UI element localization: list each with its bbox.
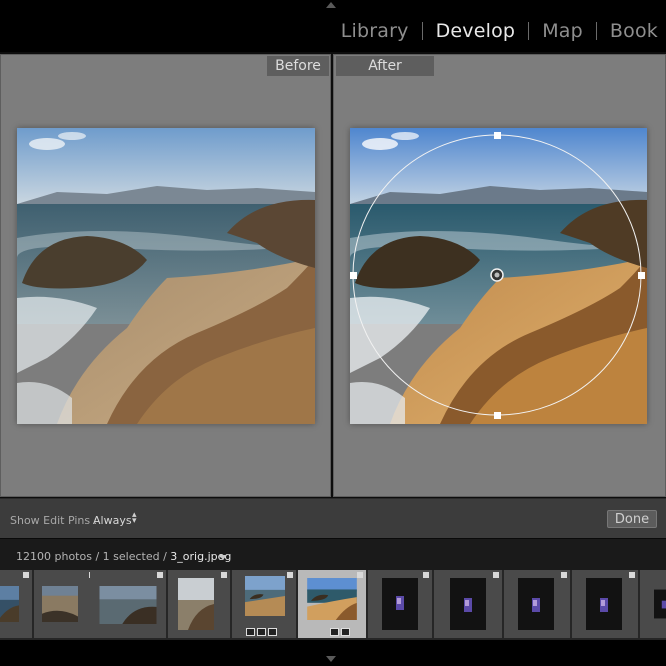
thumbnail-image	[307, 578, 357, 620]
after-pane: After	[333, 54, 666, 497]
thumbnail-flag	[23, 572, 29, 578]
filmstrip-thumbnail[interactable]	[90, 570, 168, 638]
edit-badge-icon	[341, 628, 350, 636]
module-separator	[421, 22, 423, 40]
thumbnail-image	[518, 578, 554, 630]
thumbnail-image	[0, 586, 19, 622]
filmstrip-thumbnail[interactable]	[640, 570, 666, 638]
select-arrows-icon[interactable]: ▴ ▾	[132, 511, 137, 526]
module-bar: Library Develop Map Book	[0, 0, 666, 52]
before-label: Before	[267, 56, 329, 76]
edit-badge-icon	[268, 628, 277, 636]
thumbnail-flag	[357, 572, 363, 578]
filmstrip-header: 12100 photos / 1 selected / 3_orig.jpeg	[0, 538, 666, 571]
thumbnail-flag	[629, 572, 635, 578]
module-map[interactable]: Map	[542, 20, 583, 42]
module-book[interactable]: Book	[610, 20, 658, 42]
thumbnail-flag	[157, 572, 163, 578]
thumbnail-image	[178, 578, 214, 630]
photo-count-text: 12100 photos / 1 selected /	[16, 550, 171, 563]
before-photo-image	[17, 128, 315, 424]
filmstrip-thumbnail[interactable]	[368, 570, 434, 638]
filmstrip-thumbnail[interactable]	[0, 570, 34, 638]
bottom-bar	[0, 640, 666, 666]
before-photo[interactable]	[17, 128, 315, 424]
filmstrip-thumbnail[interactable]	[504, 570, 572, 638]
thumbnail-image	[654, 589, 666, 619]
thumbnail-flag	[221, 572, 227, 578]
module-picker: Library Develop Map Book	[341, 20, 658, 42]
module-library[interactable]: Library	[341, 20, 409, 42]
filmstrip-thumbnail[interactable]	[434, 570, 504, 638]
thumbnail-badges	[246, 628, 277, 636]
module-separator	[528, 22, 530, 40]
thumbnail-image	[245, 576, 285, 616]
show-edit-pins-select[interactable]: Always	[93, 514, 132, 527]
module-separator	[595, 22, 597, 40]
after-label: After	[336, 56, 434, 76]
after-photo[interactable]	[350, 128, 647, 424]
filmstrip-thumbnail[interactable]	[232, 570, 298, 638]
thumbnail-flag	[493, 572, 499, 578]
filter-handle-right[interactable]	[638, 272, 645, 279]
thumbnail-image	[586, 578, 622, 630]
before-pane: Before	[0, 54, 331, 497]
filmstrip-thumbnail[interactable]	[168, 570, 232, 638]
after-photo-image	[350, 128, 647, 424]
filmstrip-source-info[interactable]: 12100 photos / 1 selected / 3_orig.jpeg	[16, 550, 231, 563]
edit-toolbar: Show Edit Pins : Always ▴ ▾ Done	[0, 498, 666, 539]
thumbnail-image	[382, 578, 418, 630]
collapse-top-panel-arrow-icon[interactable]	[326, 2, 336, 8]
filmstrip-thumbnail-selected[interactable]	[298, 570, 368, 638]
filmstrip-thumbnail[interactable]	[572, 570, 640, 638]
show-edit-pins-label: Show Edit Pins :	[10, 514, 98, 527]
thumbnail-flag	[423, 572, 429, 578]
crop-badge-icon	[330, 628, 339, 636]
source-dropdown-caret-icon[interactable]	[219, 555, 227, 560]
filter-handle-top[interactable]	[494, 132, 501, 139]
filter-handle-left[interactable]	[350, 272, 357, 279]
filter-handle-bottom[interactable]	[494, 412, 501, 419]
thumbnail-flag	[561, 572, 567, 578]
filmstrip	[0, 570, 666, 640]
done-button[interactable]: Done	[607, 510, 657, 528]
collapse-bottom-panel-arrow-icon[interactable]	[326, 656, 336, 662]
thumbnail-image	[450, 578, 486, 630]
collection-badge-icon	[257, 628, 266, 636]
thumbnail-image	[99, 586, 157, 624]
crop-badge-icon	[246, 628, 255, 636]
module-develop[interactable]: Develop	[436, 20, 516, 42]
thumbnail-badges	[330, 628, 350, 636]
thumbnail-image	[42, 586, 78, 622]
